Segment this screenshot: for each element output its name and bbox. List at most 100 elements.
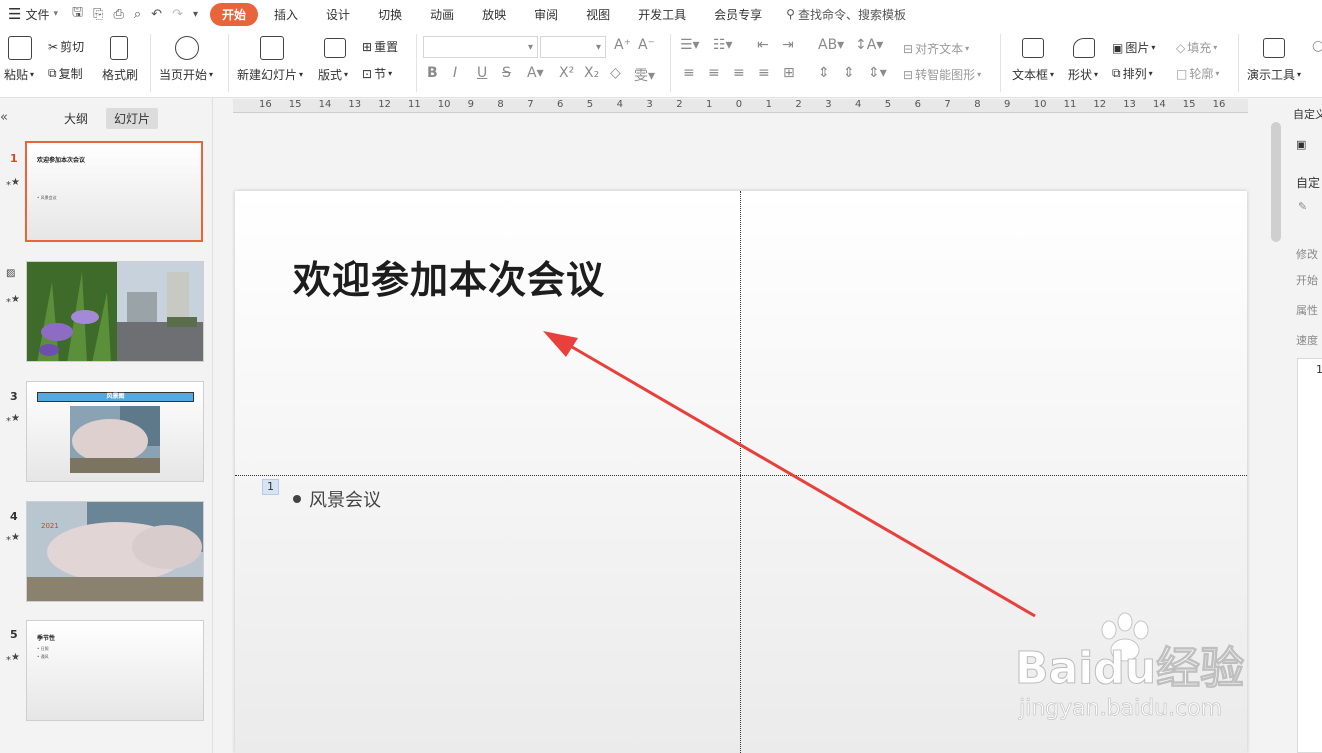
vertical-guide-line[interactable] bbox=[740, 191, 741, 753]
tab-outline[interactable]: 大纲 bbox=[56, 108, 96, 129]
text-direction-icon[interactable]: AB▾ bbox=[818, 37, 844, 53]
tab-design[interactable]: 设计 bbox=[314, 3, 362, 26]
placeholder-number-badge: 1 bbox=[262, 479, 279, 495]
phonetic-icon[interactable]: 雯▾ bbox=[634, 65, 655, 85]
reset-button[interactable]: ⊞ 重置 bbox=[362, 38, 398, 55]
line-height-icon[interactable]: ⇕ bbox=[843, 65, 855, 81]
reset-icon: ⊞ bbox=[362, 39, 373, 54]
paragraph-spacing-icon[interactable]: ⇕ bbox=[818, 65, 830, 81]
bullet-text: 风景会议 bbox=[309, 490, 381, 511]
format-painter-icon[interactable] bbox=[110, 36, 128, 60]
vertical-scrollbar[interactable] bbox=[1271, 122, 1281, 242]
redo-icon[interactable]: ↷ bbox=[172, 7, 183, 22]
increase-indent-icon[interactable]: ⇥ bbox=[782, 37, 794, 53]
shape-button[interactable]: 形状 ▾ bbox=[1068, 66, 1098, 83]
tab-developer[interactable]: 开发工具 bbox=[626, 3, 698, 26]
section-button[interactable]: ⊡ 节 ▾ bbox=[362, 65, 392, 82]
outline-icon: □ bbox=[1176, 66, 1188, 81]
command-search[interactable]: ⚲ 查找命令、搜索模板 bbox=[786, 6, 906, 23]
slide-thumbnail-1[interactable]: 欢迎参加本次会议 • 风景会议 bbox=[25, 141, 203, 242]
cut-button[interactable]: ✂ 剪切 bbox=[48, 38, 84, 55]
select-pane-icon[interactable]: ▣ bbox=[1296, 138, 1306, 151]
undo-icon[interactable]: ↶ bbox=[151, 7, 162, 22]
play-icon[interactable] bbox=[175, 36, 199, 60]
fill-button[interactable]: ◇ 填充 ▾ bbox=[1176, 39, 1217, 56]
more-icon[interactable]: ○ bbox=[1312, 38, 1322, 54]
align-left-icon[interactable]: ≡ bbox=[683, 65, 695, 81]
arrange-button[interactable]: ⧉ 排列 ▾ bbox=[1112, 65, 1153, 82]
print-icon[interactable]: ⎙ bbox=[113, 7, 123, 22]
font-color-icon[interactable]: A▾ bbox=[527, 65, 544, 81]
font-size-select[interactable]: ▾ bbox=[540, 36, 606, 58]
textbox-button[interactable]: 文本框 ▾ bbox=[1012, 66, 1054, 83]
underline-icon[interactable]: U bbox=[477, 65, 487, 81]
smart-art-button[interactable]: ⊟ 转智能图形 ▾ bbox=[903, 66, 981, 83]
textbox-icon[interactable] bbox=[1022, 38, 1044, 58]
clear-format-icon[interactable]: ◇ bbox=[610, 65, 621, 81]
new-slide-icon[interactable] bbox=[260, 36, 284, 60]
paste-button[interactable]: 粘贴 ▾ bbox=[4, 66, 34, 83]
from-current-slide-button[interactable]: 当页开始 ▾ bbox=[159, 66, 213, 83]
export-icon[interactable]: ⎘ bbox=[93, 7, 103, 22]
align-center-icon[interactable]: ≡ bbox=[708, 65, 720, 81]
picture-button[interactable]: ▣ 图片 ▾ bbox=[1112, 39, 1155, 56]
bullet-item[interactable]: 风景会议 bbox=[293, 486, 381, 512]
italic-icon[interactable]: I bbox=[453, 65, 457, 81]
add-effect-button[interactable]: ✎ bbox=[1298, 200, 1307, 213]
slide-title[interactable]: 欢迎参加本次会议 bbox=[293, 249, 605, 304]
tab-view[interactable]: 视图 bbox=[574, 3, 622, 26]
presentation-tools-icon[interactable] bbox=[1263, 38, 1285, 58]
horizontal-guide-line[interactable] bbox=[235, 475, 1247, 476]
ruler-tick-label: 3 bbox=[646, 99, 653, 110]
slide-thumbnail-4[interactable]: 2021 bbox=[26, 501, 204, 602]
slide-thumbnail-5[interactable]: 季节性 • 日照 • 通风 bbox=[26, 620, 204, 721]
file-menu-button[interactable]: ☰ 文件 ▾ bbox=[0, 0, 64, 28]
outline-button[interactable]: □ 轮廓 ▾ bbox=[1176, 65, 1219, 82]
layout-button[interactable]: 版式 ▾ bbox=[318, 66, 348, 83]
bold-icon[interactable]: B bbox=[427, 65, 438, 81]
animation-list[interactable]: 1 bbox=[1297, 358, 1322, 753]
strikethrough-icon[interactable]: S bbox=[502, 65, 511, 81]
decrease-font-icon[interactable]: A⁻ bbox=[638, 37, 655, 53]
print-preview-icon[interactable]: ⌕ bbox=[134, 7, 141, 22]
align-right-icon[interactable]: ≡ bbox=[733, 65, 745, 81]
subscript-icon[interactable]: X₂ bbox=[584, 65, 599, 81]
tab-member[interactable]: 会员专享 bbox=[702, 3, 774, 26]
spacing-menu-icon[interactable]: ⇕▾ bbox=[868, 65, 887, 81]
watermark-main: Baidu经验 bbox=[1014, 643, 1245, 695]
font-family-select[interactable]: ▾ bbox=[423, 36, 538, 58]
tab-review[interactable]: 审阅 bbox=[522, 3, 570, 26]
collapse-panel-icon[interactable]: « bbox=[0, 110, 8, 125]
slide-thumbnail-2[interactable] bbox=[26, 261, 204, 362]
paste-icon[interactable] bbox=[8, 36, 32, 60]
layout-icon[interactable] bbox=[324, 38, 346, 58]
slide-thumbnail-3[interactable]: 风景图 bbox=[26, 381, 204, 482]
search-placeholder: 查找命令、搜索模板 bbox=[797, 7, 906, 22]
tab-slideshow[interactable]: 放映 bbox=[470, 3, 518, 26]
save-icon[interactable]: 🖫 bbox=[72, 3, 83, 25]
increase-font-icon[interactable]: A⁺ bbox=[614, 37, 631, 53]
new-slide-button[interactable]: 新建幻灯片 ▾ bbox=[237, 66, 303, 83]
line-spacing-icon[interactable]: ↕A▾ bbox=[855, 37, 883, 53]
shape-icon[interactable] bbox=[1073, 38, 1095, 58]
ruler-tick-label: 12 bbox=[1093, 99, 1107, 110]
copy-button[interactable]: ⧉ 复制 bbox=[48, 65, 83, 82]
hamburger-icon: ☰ bbox=[8, 5, 22, 23]
customize-icon[interactable]: ▾ bbox=[193, 9, 198, 20]
tab-animation[interactable]: 动画 bbox=[418, 3, 466, 26]
animation-list-item[interactable]: 1 bbox=[1316, 363, 1322, 376]
bullet-list-icon[interactable]: ☰▾ bbox=[680, 37, 700, 53]
numbered-list-icon[interactable]: ☷▾ bbox=[713, 37, 733, 53]
tab-home[interactable]: 开始 bbox=[210, 2, 259, 26]
bullet-dot-icon bbox=[293, 495, 301, 503]
tab-transition[interactable]: 切换 bbox=[366, 3, 414, 26]
align-text-button[interactable]: ⊟ 对齐文本 ▾ bbox=[903, 40, 969, 57]
justify-icon[interactable]: ≡ bbox=[758, 65, 770, 81]
tab-slides[interactable]: 幻灯片 bbox=[106, 108, 159, 129]
tab-insert[interactable]: 插入 bbox=[262, 3, 310, 26]
distribute-icon[interactable]: ⊞ bbox=[783, 65, 795, 81]
superscript-icon[interactable]: X² bbox=[559, 65, 574, 81]
format-painter-button[interactable]: 格式刷 bbox=[102, 66, 138, 83]
presentation-tools-button[interactable]: 演示工具 ▾ bbox=[1247, 66, 1301, 83]
decrease-indent-icon[interactable]: ⇤ bbox=[757, 37, 769, 53]
